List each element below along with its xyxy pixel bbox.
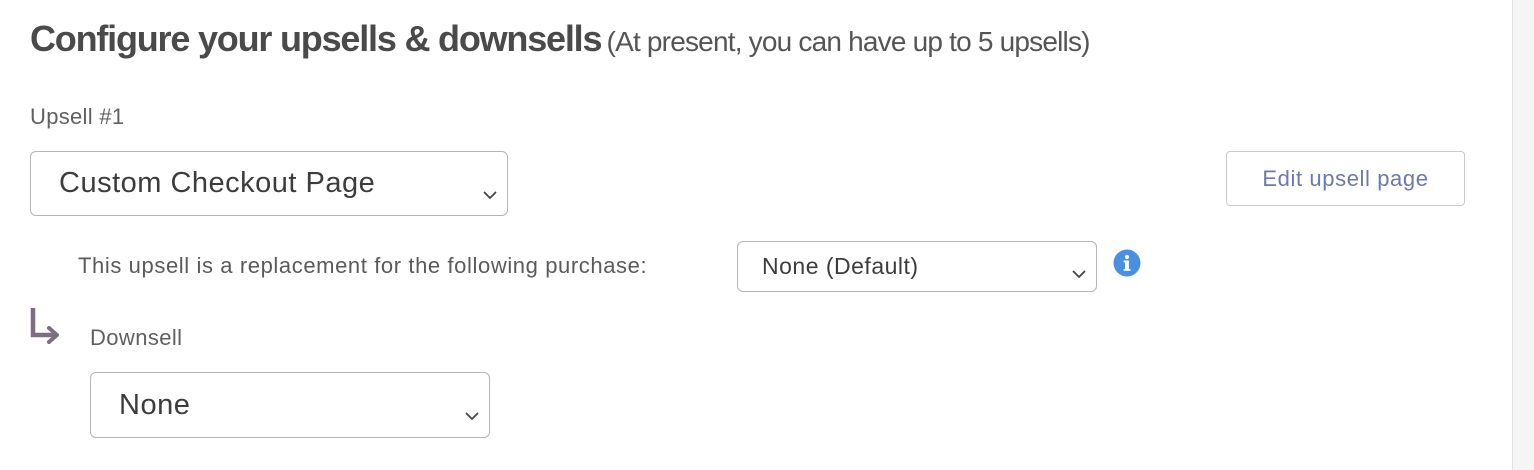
replacement-purchase-select[interactable]: None (Default) <box>737 241 1097 292</box>
page-title-subtitle: (At present, you can have up to 5 upsell… <box>606 26 1091 57</box>
upsell-config-panel: Configure your upsells & downsells (At p… <box>0 0 1534 470</box>
arrow-down-right-icon <box>28 306 66 346</box>
page-title-main: Configure your upsells & downsells <box>30 18 602 59</box>
chevron-down-icon <box>1072 260 1086 278</box>
upsell-page-select-value: Custom Checkout Page <box>59 167 376 199</box>
replacement-label: This upsell is a replacement for the fol… <box>78 253 648 278</box>
edit-upsell-page-button[interactable]: Edit upsell page <box>1226 151 1465 206</box>
page-title: Configure your upsells & downsells (At p… <box>30 18 1091 60</box>
chevron-down-icon <box>465 398 479 420</box>
upsell-label: Upsell #1 <box>30 104 125 129</box>
upsell-page-select[interactable]: Custom Checkout Page <box>30 151 508 216</box>
chevron-down-icon <box>483 177 497 199</box>
info-icon[interactable] <box>1113 249 1141 277</box>
downsell-select-value: None <box>119 388 191 421</box>
replacement-purchase-select-value: None (Default) <box>762 253 919 279</box>
downsell-label: Downsell <box>90 325 183 350</box>
downsell-select[interactable]: None <box>90 372 490 438</box>
page-gutter <box>1513 0 1534 470</box>
